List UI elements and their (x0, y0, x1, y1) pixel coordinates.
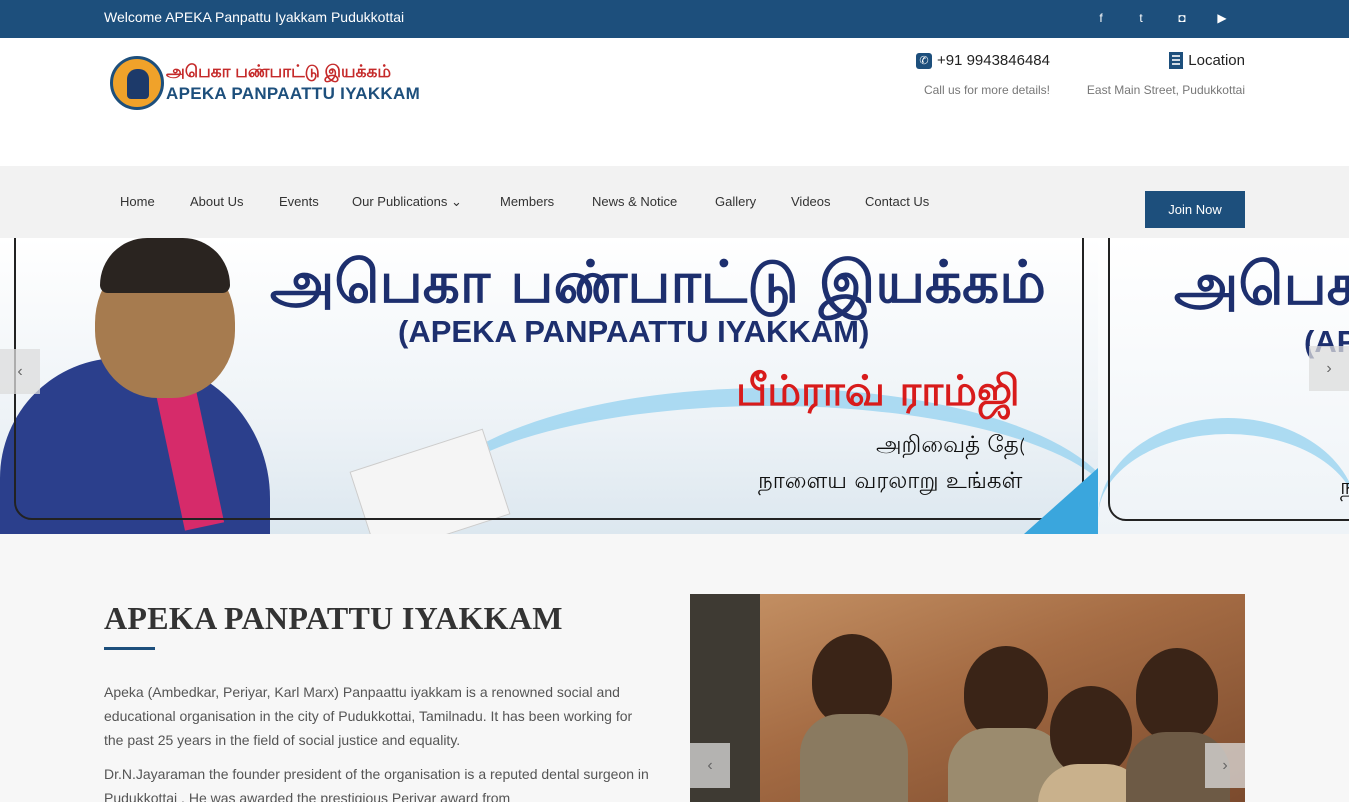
chevron-down-icon: ⌄ (451, 194, 462, 209)
welcome-text: Welcome APEKA Panpattu Iyakkam Pudukkott… (104, 9, 405, 25)
nav-our-publications-label: Our Publications (352, 194, 448, 209)
about-paragraph-1: Apeka (Ambedkar, Periyar, Karl Marx) Pan… (104, 684, 633, 748)
nav-home[interactable]: Home (120, 194, 155, 209)
location-address: East Main Street, Pudukkottai (1086, 83, 1245, 97)
twitter-icon[interactable]: t (1131, 9, 1151, 27)
banner-line-1: அறிவைத் தேடு (876, 432, 1024, 458)
top-bar: Welcome APEKA Panpattu Iyakkam Pudukkott… (0, 0, 1349, 38)
building-icon (1169, 52, 1184, 69)
banner-name-tamil: பீம்ராவ் ராம்ஜி (736, 366, 1020, 415)
header-spacer (0, 126, 1349, 166)
nav-contact-us[interactable]: Contact Us (865, 194, 929, 209)
nav-about-us[interactable]: About Us (190, 194, 243, 209)
phone-icon: ✆ (915, 52, 932, 69)
photo-prev-button[interactable]: ‹ (690, 743, 730, 788)
title-underline (104, 647, 155, 650)
hero-slide-current: அபெகா பண்பாட்டு இயக்கம் (APEKA PANPAATTU… (0, 238, 1120, 534)
about-paragraph-2: Dr.N.Jayaraman the founder president of … (104, 766, 649, 802)
instagram-icon[interactable]: ◘ (1172, 9, 1192, 27)
next-slide-title-tamil: அபெக (1174, 250, 1349, 318)
nav-our-publications[interactable]: Our Publications ⌄ (352, 194, 462, 210)
location-label: Location (1188, 52, 1245, 69)
photo-next-button[interactable]: › (1205, 743, 1245, 788)
about-photo-carousel: ‹ › (690, 594, 1245, 802)
phone-note: Call us for more details! (923, 83, 1050, 97)
slider-next-button[interactable]: › (1309, 346, 1349, 391)
slider-prev-button[interactable]: ‹ (0, 349, 40, 394)
hero-slider: அபெகா பண்பாட்டு இயக்கம் (APEKA PANPAATTU… (0, 238, 1349, 534)
site-header: அபெகா பண்பாட்டு இயக்கம் APEKA PANPAATTU … (0, 38, 1349, 126)
logo-emblem-icon (110, 56, 164, 110)
location-contact: Location East Main Street, Pudukkottai (1064, 52, 1245, 97)
phone-contact: ✆ +91 9943846484 Call us for more detail… (880, 52, 1050, 97)
child-figure (1050, 686, 1132, 776)
facebook-icon[interactable]: f (1091, 9, 1111, 27)
logo-tamil-text: அபெகா பண்பாட்டு இயக்கம் (166, 62, 392, 81)
youtube-icon[interactable]: ▶ (1212, 9, 1232, 27)
child-figure (800, 714, 908, 802)
nav-videos[interactable]: Videos (791, 194, 831, 209)
nav-news-notice[interactable]: News & Notice (592, 194, 677, 209)
banner-title-english: (APEKA PANPAATTU IYAKKAM) (398, 314, 870, 349)
next-slide-line: ந (1340, 474, 1349, 500)
banner-line-2: நாளைய வரலாறு உங்கள் கை (758, 468, 1024, 494)
about-title: APEKA PANPATTU IYAKKAM (104, 600, 563, 636)
nav-members[interactable]: Members (500, 194, 554, 209)
site-logo[interactable]: அபெகா பண்பாட்டு இயக்கம் APEKA PANPAATTU … (110, 56, 420, 110)
banner-title-tamil: அபெகா பண்பாட்டு இயக்கம் (270, 248, 1046, 316)
phone-number[interactable]: +91 9943846484 (937, 52, 1050, 69)
child-figure (964, 646, 1048, 740)
join-now-button[interactable]: Join Now (1145, 191, 1245, 228)
main-nav: Home About Us Events Our Publications ⌄ … (0, 166, 1349, 238)
logo-english-text: APEKA PANPAATTU IYAKKAM (166, 84, 421, 103)
child-figure (812, 634, 892, 726)
nav-gallery[interactable]: Gallery (715, 194, 756, 209)
nav-events[interactable]: Events (279, 194, 319, 209)
child-figure (1136, 648, 1218, 742)
